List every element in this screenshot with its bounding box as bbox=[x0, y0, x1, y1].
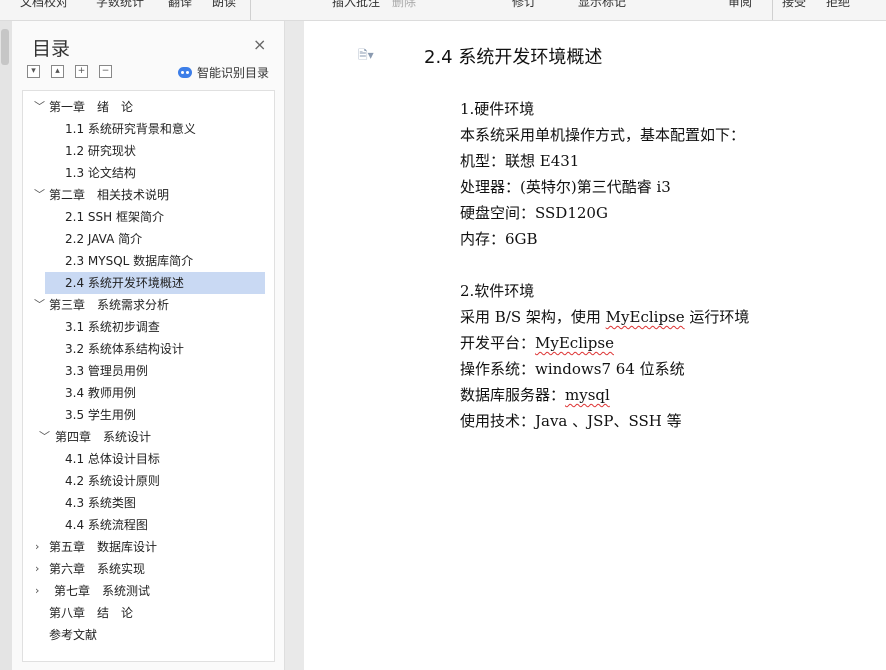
toc-item[interactable]: 3.4 教师用例 bbox=[23, 382, 274, 404]
insert-comment-button[interactable]: 插入批注 bbox=[332, 0, 380, 10]
review-button[interactable]: 审阅 bbox=[728, 0, 752, 10]
toc-item-selected[interactable]: 2.4 系统开发环境概述 bbox=[23, 272, 274, 294]
ram-line: 内存：6GB bbox=[460, 230, 538, 248]
toc-panel-title: 目录 bbox=[32, 38, 71, 60]
db-line: 数据库服务器：mysql bbox=[460, 386, 610, 404]
toc-panel: 目录 × ▾ ▴ + − 智能识别目录 ﹀ 第一章 绪 论 1.1 系统研究背景和… bbox=[12, 21, 285, 670]
toc-item[interactable]: 3.1 系统初步调查 bbox=[23, 316, 274, 338]
toc-item[interactable]: 1.1 系统研究背景和意义 bbox=[23, 118, 274, 140]
add-item-icon[interactable]: + bbox=[75, 65, 88, 78]
toc-item[interactable]: ﹀ 第四章 系统设计 bbox=[23, 426, 274, 448]
platform-line: 开发平台：MyEclipse bbox=[460, 334, 614, 352]
chevron-down-icon[interactable]: ﹀ bbox=[39, 426, 50, 448]
translate-button[interactable]: 翻译 bbox=[168, 0, 192, 10]
toc-item[interactable]: › 第五章 数据库设计 bbox=[23, 536, 274, 558]
document-icon[interactable]: 🗎▾ bbox=[358, 46, 374, 67]
os-line: 操作系统：windows7 64 位系统 bbox=[460, 360, 685, 378]
hardware-title: 1.硬件环境 bbox=[460, 100, 535, 118]
toc-item[interactable]: 3.3 管理员用例 bbox=[23, 360, 274, 382]
toc-item[interactable]: 3.2 系统体系结构设计 bbox=[23, 338, 274, 360]
toc-item[interactable]: 参考文献 bbox=[23, 624, 274, 646]
model-line: 机型：联想 E431 bbox=[460, 152, 580, 170]
proofread-button[interactable]: 文档校对 bbox=[20, 0, 68, 10]
remove-item-icon[interactable]: − bbox=[99, 65, 112, 78]
document-page[interactable]: 🗎▾ 2.4 系统开发环境概述 1.硬件环境 本系统采用单机操作方式，基本配置如… bbox=[304, 21, 886, 670]
tech-line: 使用技术：Java 、JSP、SSH 等 bbox=[460, 412, 682, 430]
reject-button[interactable]: 拒绝 bbox=[826, 0, 850, 10]
chevron-right-icon[interactable]: › bbox=[35, 558, 45, 580]
navigation-scrollbar[interactable] bbox=[0, 21, 12, 670]
architecture-line: 采用 B/S 架构，使用 MyEclipse 运行环境 bbox=[460, 308, 750, 326]
toc-item[interactable]: 4.1 总体设计目标 bbox=[23, 448, 274, 470]
toc-list: ﹀ 第一章 绪 论 1.1 系统研究背景和意义 1.2 研究现状 1.3 论文结构… bbox=[22, 90, 275, 662]
chevron-right-icon[interactable]: › bbox=[35, 580, 45, 602]
cpu-line: 处理器：(英特尔)第三代酷睿 i3 bbox=[460, 178, 671, 196]
chevron-down-icon[interactable]: ﹀ bbox=[34, 96, 45, 118]
toc-item[interactable]: ﹀ 第三章 系统需求分析 bbox=[23, 294, 274, 316]
chevron-down-icon[interactable]: ﹀ bbox=[34, 184, 45, 206]
show-markup-button[interactable]: 显示标记 bbox=[578, 0, 626, 10]
hardware-intro: 本系统采用单机操作方式，基本配置如下： bbox=[460, 126, 746, 144]
spellcheck-word: MyEclipse bbox=[605, 308, 685, 326]
chevron-right-icon[interactable]: › bbox=[35, 536, 45, 558]
robot-icon bbox=[178, 67, 192, 78]
delete-comment-button[interactable]: 删除 bbox=[392, 0, 416, 10]
software-title: 2.软件环境 bbox=[460, 282, 535, 300]
section-heading: 2.4 系统开发环境概述 bbox=[424, 47, 603, 68]
toc-item[interactable]: 4.3 系统类图 bbox=[23, 492, 274, 514]
toc-item[interactable]: 1.2 研究现状 bbox=[23, 140, 274, 162]
scrollbar-thumb[interactable] bbox=[1, 29, 9, 65]
toc-item[interactable]: 2.3 MYSQL 数据库简介 bbox=[23, 250, 274, 272]
toc-item[interactable]: ﹀ 第一章 绪 论 bbox=[23, 96, 274, 118]
toc-item[interactable]: 3.5 学生用例 bbox=[23, 404, 274, 426]
toolbar-divider bbox=[772, 0, 773, 20]
page-gutter bbox=[285, 21, 304, 670]
read-aloud-button[interactable]: 朗读 bbox=[212, 0, 236, 10]
toc-item[interactable]: 第八章 结 论 bbox=[23, 602, 274, 624]
toc-item[interactable]: 4.2 系统设计原则 bbox=[23, 470, 274, 492]
smart-toc-label: 智能识别目录 bbox=[197, 66, 270, 80]
spellcheck-word: MyEclipse bbox=[535, 334, 614, 352]
disk-line: 硬盘空间：SSD120G bbox=[460, 204, 608, 222]
review-toolbar: 文档校对 字数统计 翻译 朗读 插入批注 删除 修订 显示标记 审阅 接受 拒绝 bbox=[0, 0, 886, 21]
toc-item[interactable]: 2.1 SSH 框架简介 bbox=[23, 206, 274, 228]
toc-item[interactable]: 1.3 论文结构 bbox=[23, 162, 274, 184]
chevron-down-icon[interactable]: ﹀ bbox=[34, 294, 45, 316]
toc-item[interactable]: ﹀ 第二章 相关技术说明 bbox=[23, 184, 274, 206]
word-count-button[interactable]: 字数统计 bbox=[96, 0, 144, 10]
track-changes-button[interactable]: 修订 bbox=[512, 0, 536, 10]
toc-item[interactable]: 4.4 系统流程图 bbox=[23, 514, 274, 536]
close-icon[interactable]: × bbox=[253, 35, 266, 54]
smart-toc-button[interactable]: 智能识别目录 bbox=[178, 64, 269, 81]
spellcheck-word: mysql bbox=[565, 386, 610, 404]
accept-button[interactable]: 接受 bbox=[782, 0, 806, 10]
expand-up-icon[interactable]: ▴ bbox=[51, 65, 64, 78]
toc-item[interactable]: 2.2 JAVA 简介 bbox=[23, 228, 274, 250]
toolbar-divider bbox=[250, 0, 251, 20]
toc-item[interactable]: › 第六章 系统实现 bbox=[23, 558, 274, 580]
toc-item[interactable]: › 第七章 系统测试 bbox=[23, 580, 274, 602]
collapse-all-icon[interactable]: ▾ bbox=[27, 65, 40, 78]
